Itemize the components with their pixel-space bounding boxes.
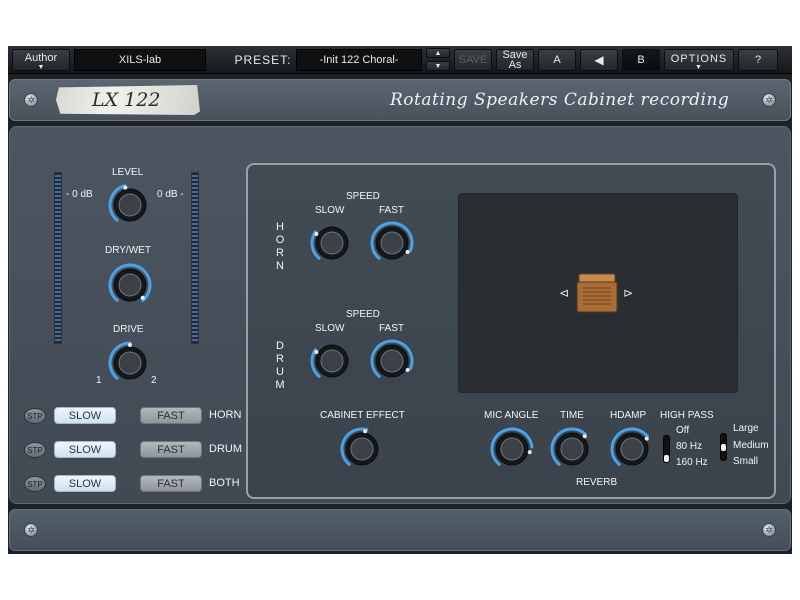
both-fast-button[interactable]: FAST (140, 475, 202, 492)
author-button[interactable]: Author ▼ (12, 49, 70, 71)
drum-fast-label: FAST (379, 323, 405, 334)
plugin-subtitle: Rotating Speakers Cabinet recording (390, 90, 730, 110)
speaker-display: ⊲ ⊳ (458, 193, 738, 393)
drywet-label: DRY/WET (105, 245, 151, 256)
hdamp-knob[interactable] (610, 427, 654, 471)
options-chevron-down-icon: ▼ (695, 64, 703, 71)
toolbar: Author ▼ XILS-lab PRESET: -Init 122 Chor… (8, 46, 792, 74)
options-label: OPTIONS (670, 52, 728, 65)
horn-section-label: HORN (275, 221, 285, 272)
horn-row-label: HORN (209, 409, 242, 421)
high-pass-option-80hz[interactable]: 80 Hz (676, 441, 702, 452)
both-stop-button[interactable]: STP (24, 476, 46, 492)
drive-label: DRIVE (113, 324, 144, 335)
compare-a-button[interactable]: A (538, 49, 576, 71)
high-pass-label: HIGH PASS (660, 410, 714, 421)
meter-right-label: 0 dB - (157, 189, 184, 200)
save-button[interactable]: SAVE (454, 49, 492, 71)
high-pass-switch[interactable] (663, 435, 670, 463)
horn-slow-speed-knob[interactable] (310, 221, 354, 265)
drum-slow-speed-knob[interactable] (310, 339, 354, 383)
drum-section-label: DRUM (275, 340, 285, 391)
horn-fast-button[interactable]: FAST (140, 407, 202, 424)
high-pass-option-off[interactable]: Off (676, 425, 689, 436)
drum-fast-speed-knob[interactable] (370, 339, 414, 383)
screw-icon: ✲ (24, 93, 38, 107)
level-knob[interactable] (108, 183, 152, 227)
copy-left-arrow-icon[interactable]: ◀ (580, 49, 618, 71)
plugin-window: Author ▼ XILS-lab PRESET: -Init 122 Chor… (8, 46, 792, 554)
drive-max-label: 2 (151, 375, 157, 386)
room-size-option-small[interactable]: Small (733, 456, 758, 467)
hdamp-label: HDAMP (610, 410, 647, 421)
speaker-cabinet-icon (576, 273, 618, 313)
author-value: XILS-lab (74, 49, 206, 71)
horn-slow-button[interactable]: SLOW (54, 407, 116, 424)
mic-angle-knob[interactable] (490, 427, 534, 471)
preset-up-icon[interactable]: ▲ (426, 48, 450, 58)
preset-down-icon[interactable]: ▼ (426, 61, 450, 71)
high-pass-switch-thumb (664, 455, 669, 462)
author-label: Author (24, 52, 58, 64)
room-size-switch-thumb (721, 444, 726, 451)
cabinet-effect-label: CABINET EFFECT (320, 410, 405, 421)
screw-icon: ✲ (762, 93, 776, 107)
horn-slow-label: SLOW (315, 205, 345, 216)
meter-left-label: - 0 dB (66, 189, 93, 200)
room-size-switch[interactable] (720, 433, 727, 461)
help-button[interactable]: ? (738, 49, 778, 71)
drum-stop-button[interactable]: STP (24, 442, 46, 458)
header-panel: ✲ LX 122 Rotating Speakers Cabinet recor… (9, 79, 791, 121)
level-label: LEVEL (112, 167, 144, 178)
mic-angle-label: MIC ANGLE (484, 410, 539, 421)
input-level-meter (54, 172, 62, 344)
horn-fast-speed-knob[interactable] (370, 221, 414, 265)
right-microphone-icon[interactable]: ⊳ (623, 286, 633, 300)
options-button[interactable]: OPTIONS ▼ (664, 49, 734, 71)
reverb-time-label: TIME (560, 410, 584, 421)
reverb-time-knob[interactable] (550, 427, 594, 471)
drum-row-label: DRUM (209, 443, 242, 455)
room-size-option-large[interactable]: Large (733, 423, 759, 434)
drum-slow-button[interactable]: SLOW (54, 441, 116, 458)
drywet-knob[interactable] (108, 263, 152, 307)
horn-speed-label: SPEED (346, 191, 380, 202)
left-microphone-icon[interactable]: ⊲ (559, 286, 569, 300)
horn-fast-label: FAST (379, 205, 405, 216)
drive-knob[interactable] (108, 341, 152, 385)
horn-stop-button[interactable]: STP (24, 408, 46, 424)
save-as-button[interactable]: Save As (496, 49, 534, 71)
drum-speed-label: SPEED (346, 309, 380, 320)
drive-min-label: 1 (96, 375, 102, 386)
logo-tape: LX 122 (56, 85, 200, 115)
both-slow-button[interactable]: SLOW (54, 475, 116, 492)
author-chevron-down-icon: ▼ (37, 64, 45, 71)
screw-icon: ✲ (24, 523, 38, 537)
preset-field[interactable]: -Init 122 Choral- (296, 49, 422, 71)
compare-b-button[interactable]: B (622, 49, 660, 71)
reverb-label: REVERB (576, 477, 618, 488)
room-size-option-medium[interactable]: Medium (733, 440, 769, 451)
screw-icon: ✲ (762, 523, 776, 537)
main-panel: - 0 dB 0 dB - LEVEL DRY/WET DRIVE 1 2 ST… (9, 126, 791, 504)
drum-slow-label: SLOW (315, 323, 345, 334)
preset-label: PRESET: (234, 53, 292, 67)
save-as-label-line2: As (508, 59, 522, 71)
output-level-meter (191, 172, 199, 344)
cabinet-effect-knob[interactable] (340, 427, 384, 471)
footer-panel: ✲ ✲ (9, 509, 791, 551)
drum-fast-button[interactable]: FAST (140, 441, 202, 458)
rotary-section: HORN SPEED SLOW FAST DRUM SPEED SLOW FAS… (246, 163, 776, 499)
high-pass-option-160hz[interactable]: 160 Hz (676, 457, 708, 468)
both-row-label: BOTH (209, 477, 240, 489)
